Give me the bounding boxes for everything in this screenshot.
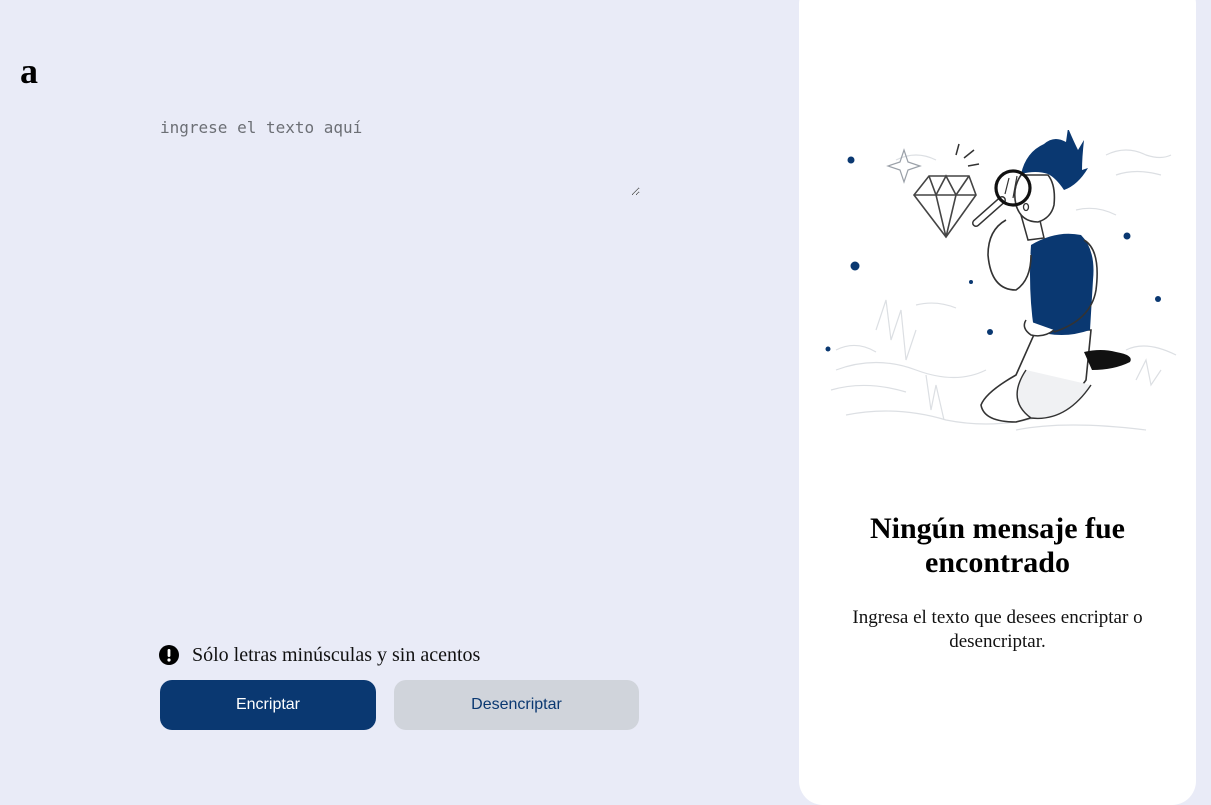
- encrypt-button[interactable]: Encriptar: [160, 680, 376, 730]
- decrypt-button[interactable]: Desencriptar: [394, 680, 639, 730]
- output-panel: Ningún mensaje fue encontrado Ingresa el…: [799, 0, 1196, 805]
- search-illustration: [825, 130, 1177, 431]
- exclamation-circle-icon: [159, 645, 179, 665]
- panel-title: Ningún mensaje fue encontrado: [869, 512, 1125, 579]
- panel-message: Ingresa el texto que desees encriptar o …: [852, 607, 1143, 652]
- input-notice: Sólo letras minúsculas y sin acentos: [159, 644, 480, 666]
- text-input[interactable]: [160, 118, 640, 196]
- logo: a: [20, 51, 38, 91]
- notice-text: Sólo letras minúsculas y sin acentos: [192, 643, 481, 666]
